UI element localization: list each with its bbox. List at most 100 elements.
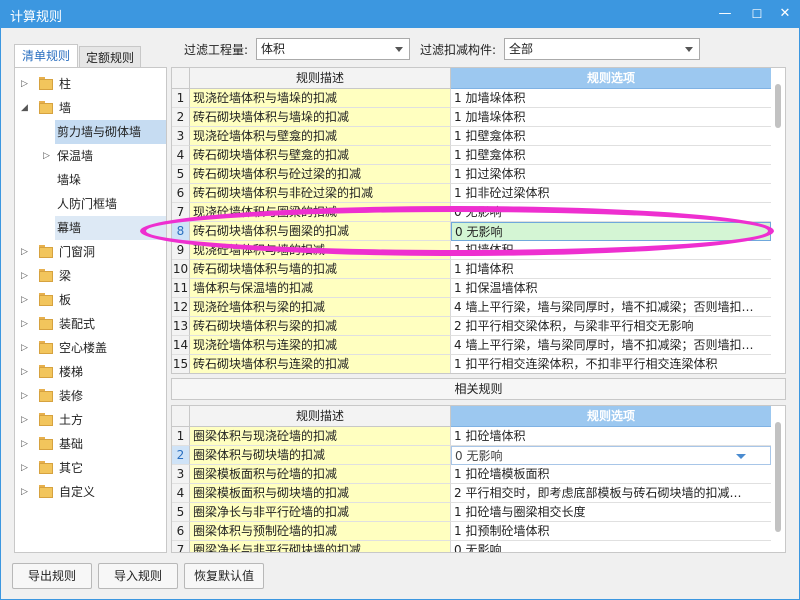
chevron-down-icon [395,47,403,52]
tree-item-foundation[interactable]: ▷ 基础 [15,432,166,456]
rule-description: 圈梁体积与预制砼墙的扣减 [190,522,451,541]
tree-item-hollow-floor[interactable]: ▷ 空心楼盖 [15,336,166,360]
rule-option-dropdown[interactable]: 0 无影响 [451,446,771,465]
rule-option[interactable]: 1 加墙垛体积 [451,89,771,108]
expand-arrow-icon[interactable]: ▷ [21,264,31,288]
table-row[interactable]: 6 砖石砌块墙体积与非砼过梁的扣减 1 扣非砼过梁体积 [172,184,772,203]
table-row[interactable]: 10 砖石砌块墙体积与墙的扣减 1 扣墙体积 [172,260,772,279]
tree-item-beam[interactable]: ▷ 梁 [15,264,166,288]
tree-item-wall[interactable]: ◢ 墙 [15,96,166,120]
expand-arrow-icon[interactable]: ▷ [21,480,31,504]
rule-option[interactable]: 2 平行相交时，即考虑底部模板与砖石砌块墙的扣减… [451,484,771,503]
rule-option[interactable]: 1 扣壁龛体积 [451,127,771,146]
rule-option[interactable]: 1 扣保温墙体积 [451,279,771,298]
close-button[interactable]: ✕ [770,0,800,28]
expand-arrow-icon[interactable]: ▷ [43,144,53,168]
rule-option[interactable]: 4 墙上平行梁，墙与梁同厚时，墙不扣减梁；否则墙扣… [451,336,771,355]
table-row[interactable]: 14 现浇砼墙体积与连梁的扣减 4 墙上平行梁，墙与梁同厚时，墙不扣减梁；否则墙… [172,336,772,355]
table-row[interactable]: 12 现浇砼墙体积与梁的扣减 4 墙上平行梁，墙与梁同厚时，墙不扣减梁；否则墙扣… [172,298,772,317]
table-row[interactable]: 6 圈梁体积与预制砼墙的扣减 1 扣预制砼墙体积 [172,522,772,541]
tree-item-stairs[interactable]: ▷ 楼梯 [15,360,166,384]
rule-option[interactable]: 1 扣砼墙模板面积 [451,465,771,484]
expand-arrow-icon[interactable]: ▷ [21,360,31,384]
table-row[interactable]: 7 圈梁净长与非平行砌块墙的扣减 0 无影响 [172,541,772,552]
tree-item-curtain-wall[interactable]: 幕墙 [15,216,166,240]
tree-item-decoration[interactable]: ▷ 装修 [15,384,166,408]
tree-item-label: 自定义 [59,485,96,499]
table-row[interactable]: 13 砖石砌块墙体积与梁的扣减 2 扣平行相交梁体积，与梁非平行相交无影响 [172,317,772,336]
tree-item-custom[interactable]: ▷ 自定义 [15,480,166,504]
tree-item-door-window-opening[interactable]: ▷ 门窗洞 [15,240,166,264]
scrollbar-thumb[interactable] [775,422,781,532]
minimize-button[interactable]: — [710,0,740,28]
table-row[interactable]: 1 现浇砼墙体积与墙垛的扣减 1 加墙垛体积 [172,89,772,108]
expand-arrow-icon[interactable]: ▷ [21,384,31,408]
table-row[interactable]: 15 砖石砌块墙体积与连梁的扣减 1 扣平行相交连梁体积，不扣非平行相交连梁体积 [172,355,772,373]
expand-arrow-icon[interactable]: ▷ [21,288,31,312]
table-row[interactable]: 9 现浇砼墙体积与墙的扣减 1 扣墙体积 [172,241,772,260]
rule-option[interactable]: 1 扣平行相交连梁体积，不扣非平行相交连梁体积 [451,355,771,373]
rules-grid: 规则描述 规则选项 1 现浇砼墙体积与墙垛的扣减 1 加墙垛体积 2 砖石砌块墙… [171,67,786,374]
table-row[interactable]: 2 砖石砌块墙体积与墙垛的扣减 1 加墙垛体积 [172,108,772,127]
tree-item-label: 剪力墙与砌体墙 [57,125,142,139]
table-row[interactable]: 5 砖石砌块墙体积与砼过梁的扣减 1 扣过梁体积 [172,165,772,184]
table-row[interactable]: 3 现浇砼墙体积与壁龛的扣减 1 扣壁龛体积 [172,127,772,146]
tree-item-wall-pier[interactable]: 墙垛 [15,168,166,192]
rules-grid-scrollbar[interactable] [771,68,785,373]
chevron-down-icon[interactable] [736,454,746,459]
table-row[interactable]: 4 圈梁模板面积与砌块墙的扣减 2 平行相交时，即考虑底部模板与砖石砌块墙的扣减… [172,484,772,503]
tab-list-rules[interactable]: 清单规则 [14,44,78,69]
rule-option[interactable]: 1 扣过梁体积 [451,165,771,184]
tree-item-other[interactable]: ▷ 其它 [15,456,166,480]
table-row[interactable]: 5 圈梁净长与非平行砼墙的扣减 1 扣砼墙与圈梁相交长度 [172,503,772,522]
rule-description: 现浇砼墙体积与墙的扣减 [190,241,451,260]
rule-option[interactable]: 1 扣壁龛体积 [451,146,771,165]
tree-item-earthwork[interactable]: ▷ 土方 [15,408,166,432]
rule-option[interactable]: 1 扣预制砼墙体积 [451,522,771,541]
export-rules-button[interactable]: 导出规则 [12,563,92,589]
expand-arrow-icon[interactable]: ▷ [21,432,31,456]
rule-option[interactable]: 4 墙上平行梁，墙与梁同厚时，墙不扣减梁；否则墙扣… [451,298,771,317]
expand-arrow-icon[interactable]: ▷ [21,456,31,480]
import-rules-button[interactable]: 导入规则 [98,563,178,589]
rule-option[interactable]: 1 扣砼墙体积 [451,427,771,446]
table-row-selected[interactable]: 2 圈梁体积与砌块墙的扣减 0 无影响 [172,446,772,465]
rule-option[interactable]: 1 扣墙体积 [451,241,771,260]
rule-option[interactable]: 0 无影响 [451,541,771,552]
rule-description: 圈梁体积与砌块墙的扣减 [190,446,451,465]
expand-arrow-icon[interactable]: ▷ [21,336,31,360]
tree-item-label: 人防门框墙 [57,197,118,211]
scrollbar-thumb[interactable] [775,84,781,128]
table-row[interactable]: 11 墙体积与保温墙的扣减 1 扣保温墙体积 [172,279,772,298]
expand-arrow-icon[interactable]: ▷ [21,312,31,336]
expand-arrow-icon[interactable]: ▷ [21,408,31,432]
row-number: 7 [172,203,190,222]
table-row[interactable]: 7 现浇砼墙体积与圈梁的扣减 0 无影响 [172,203,772,222]
table-row[interactable]: 3 圈梁模板面积与砼墙的扣减 1 扣砼墙模板面积 [172,465,772,484]
tree-item-civil-defense-door-wall[interactable]: 人防门框墙 [15,192,166,216]
rule-option[interactable]: 2 扣平行相交梁体积，与梁非平行相交无影响 [451,317,771,336]
expand-arrow-icon[interactable]: ▷ [21,72,31,96]
rule-option[interactable]: 1 扣墙体积 [451,260,771,279]
collapse-arrow-icon[interactable]: ◢ [21,96,31,120]
rule-option[interactable]: 0 无影响 [451,203,771,222]
tree-item-slab[interactable]: ▷ 板 [15,288,166,312]
restore-defaults-button[interactable]: 恢复默认值 [184,563,264,589]
rule-option[interactable]: 0 无影响 [451,222,771,241]
filter-component-select[interactable]: 全部 [504,38,700,60]
rule-option[interactable]: 1 加墙垛体积 [451,108,771,127]
expand-arrow-icon[interactable]: ▷ [21,240,31,264]
tree-item-column[interactable]: ▷ 柱 [15,72,166,96]
rule-option[interactable]: 1 扣砼墙与圈梁相交长度 [451,503,771,522]
tree-item-prefabricated[interactable]: ▷ 装配式 [15,312,166,336]
related-grid-scrollbar[interactable] [771,406,785,552]
rule-option[interactable]: 1 扣非砼过梁体积 [451,184,771,203]
tab-quota-rules[interactable]: 定额规则 [79,46,141,68]
filter-quantity-select[interactable]: 体积 [256,38,410,60]
table-row[interactable]: 1 圈梁体积与现浇砼墙的扣减 1 扣砼墙体积 [172,427,772,446]
table-row-selected[interactable]: 8 砖石砌块墙体积与圈梁的扣减 0 无影响 [172,222,772,241]
table-row[interactable]: 4 砖石砌块墙体积与壁龛的扣减 1 扣壁龛体积 [172,146,772,165]
maximize-button[interactable]: ☐ [742,0,772,28]
tree-item-shear-wall[interactable]: 剪力墙与砌体墙 [15,120,166,144]
tree-item-insulation-wall[interactable]: ▷ 保温墙 [15,144,166,168]
